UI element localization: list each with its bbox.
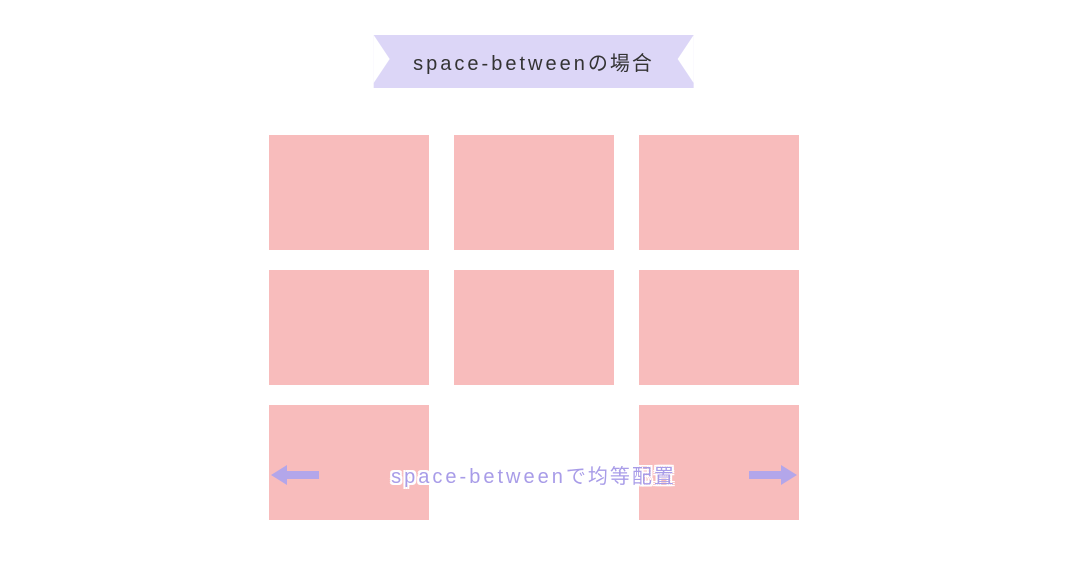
annotation-label: space-betweenで均等配置 (391, 460, 676, 489)
ribbon-suffix: の場合 (588, 53, 654, 75)
grid-box (269, 135, 429, 250)
grid-box (454, 135, 614, 250)
annotation-code: space-between (391, 466, 566, 488)
annotation-row: space-betweenで均等配置 (269, 460, 799, 489)
arrow-right-icon (749, 463, 799, 487)
grid-box (454, 270, 614, 385)
grid-box (269, 270, 429, 385)
ribbon-code: space-between (413, 53, 588, 75)
arrow-left-icon (269, 463, 319, 487)
title-ribbon: space-betweenの場合 (373, 35, 694, 88)
grid-box (639, 135, 799, 250)
annotation-suffix: で均等配置 (566, 466, 676, 488)
grid-box (639, 270, 799, 385)
